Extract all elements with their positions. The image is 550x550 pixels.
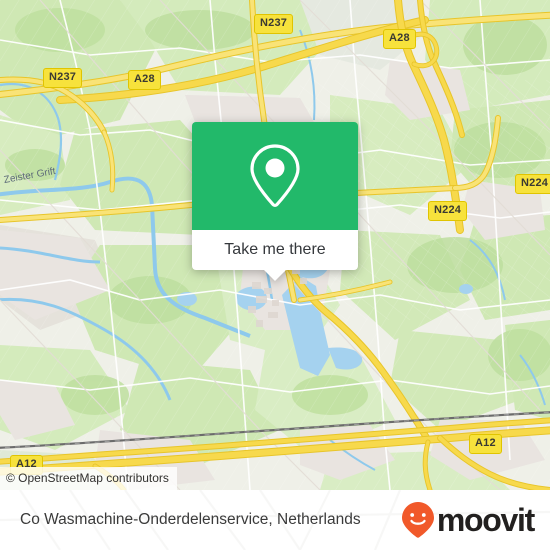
osm-attribution[interactable]: © OpenStreetMap contributors	[0, 467, 177, 490]
road-shield-n224-center: N224	[428, 201, 468, 221]
map-canvas[interactable]: N237 A28 N237 A28 N224 N224 A12 A12 Zeis…	[0, 0, 550, 490]
map-pin-icon	[250, 144, 300, 208]
take-me-there-label: Take me there	[224, 241, 326, 258]
moovit-wordmark: moovit	[436, 502, 535, 538]
moovit-smiley-pin-icon	[401, 502, 434, 538]
road-shield-a28-left: A28	[128, 70, 161, 90]
callout-header	[192, 122, 358, 230]
callout-pointer-tail	[264, 270, 286, 281]
page-footer: Co Wasmachine-Onderdelenservice, Netherl…	[0, 490, 550, 550]
road-shield-n237-left: N237	[43, 68, 83, 88]
callout-footer[interactable]: Take me there	[192, 230, 358, 281]
location-callout-card[interactable]: Take me there	[192, 122, 358, 281]
road-shield-n237-top: N237	[254, 14, 294, 34]
moovit-brand[interactable]: moovit	[401, 501, 535, 539]
road-shield-a12-right: A12	[469, 434, 502, 454]
place-title: Co Wasmachine-Onderdelenservice, Netherl…	[20, 511, 361, 529]
moovit-map-screenshot: N237 A28 N237 A28 N224 N224 A12 A12 Zeis…	[0, 0, 550, 550]
road-shield-a28-topright: A28	[383, 29, 416, 49]
road-shield-n224-right: N224	[515, 174, 550, 194]
